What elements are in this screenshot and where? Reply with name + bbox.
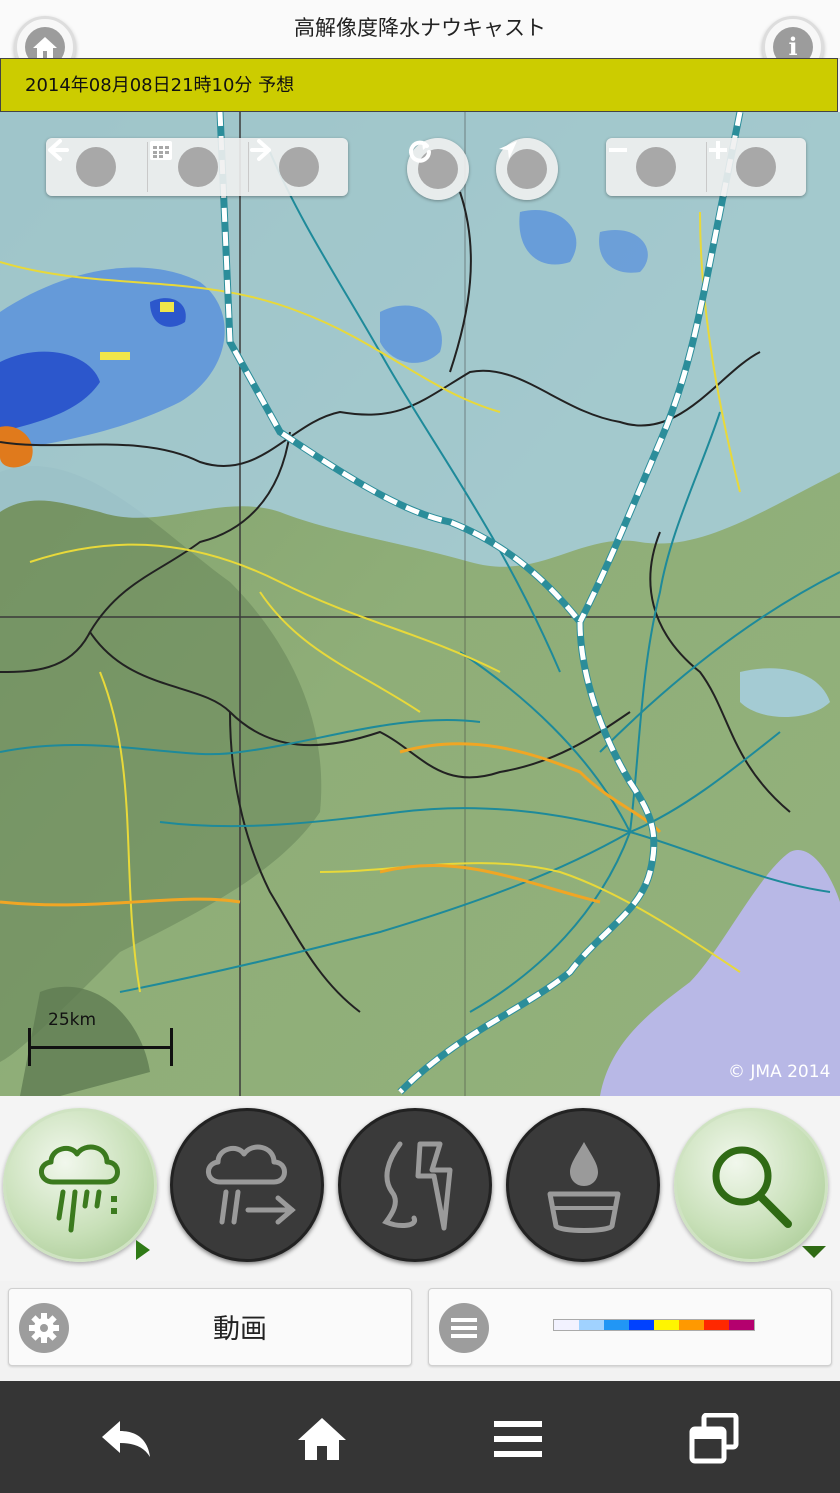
- magnifier-icon: [712, 1146, 792, 1228]
- calendar-button[interactable]: [148, 138, 248, 196]
- page-title: 高解像度降水ナウキャスト: [294, 16, 546, 40]
- scale-label: 25km: [48, 1010, 97, 1030]
- tornado-lightning-icon: [382, 1141, 453, 1231]
- animation-label[interactable]: 動画: [69, 1307, 411, 1346]
- rain-map[interactable]: 25km © JMA 2014: [0, 112, 840, 1096]
- zoom-out-button[interactable]: [606, 138, 706, 196]
- next-time-button[interactable]: [249, 138, 349, 196]
- search-mode-button[interactable]: [674, 1108, 828, 1262]
- search-mode-options-indicator: [802, 1246, 826, 1258]
- rainfall-amount-mode-button[interactable]: [506, 1108, 660, 1262]
- menu-icon: [494, 1421, 542, 1457]
- arrow-right-icon: [250, 139, 319, 187]
- legend-swatch: [704, 1320, 729, 1330]
- rain-mode-options-indicator: [136, 1240, 150, 1260]
- home-icon: [298, 1418, 346, 1460]
- rain-cloud-icon: [39, 1144, 120, 1233]
- zoom-group: [606, 138, 806, 196]
- scale-bar: [28, 1028, 173, 1066]
- cloud-arrow-icon: [206, 1144, 296, 1225]
- locate-button[interactable]: [496, 138, 558, 200]
- tornado-mode-button[interactable]: [338, 1108, 492, 1262]
- mode-selector: [0, 1096, 840, 1281]
- menu-nav-button[interactable]: [488, 1409, 548, 1469]
- back-icon: [102, 1421, 150, 1457]
- forecast-mode-button[interactable]: [170, 1108, 324, 1262]
- legend-swatch: [729, 1320, 754, 1330]
- reload-icon: [409, 140, 458, 189]
- legend-panel[interactable]: [428, 1288, 832, 1366]
- time-navigation-group: [46, 138, 348, 196]
- rain-cell-yellow: [100, 352, 130, 360]
- legend-swatch: [579, 1320, 604, 1330]
- title-bar: 高解像度降水ナウキャスト: [0, 0, 840, 59]
- map-canvas: [0, 112, 840, 1096]
- forecast-time-text: 2014年08月08日21時10分 予想: [25, 75, 295, 96]
- locate-icon: [499, 141, 547, 189]
- calendar-icon: [150, 141, 218, 187]
- gear-icon[interactable]: [19, 1303, 69, 1353]
- reload-button[interactable]: [407, 138, 469, 200]
- animation-panel[interactable]: 動画: [8, 1288, 412, 1366]
- arrow-left-icon: [48, 139, 116, 187]
- rain-cell-yellow: [160, 302, 174, 312]
- legend-swatch: [629, 1320, 654, 1330]
- home-nav-button[interactable]: [292, 1409, 352, 1469]
- forecast-time-bar: 2014年08月08日21時10分 予想: [0, 58, 838, 112]
- legend-swatch: [604, 1320, 629, 1330]
- back-button[interactable]: [96, 1409, 156, 1469]
- rain-mode-button[interactable]: [3, 1108, 157, 1262]
- legend-swatch: [554, 1320, 579, 1330]
- water-drop-bowl-icon: [547, 1142, 621, 1233]
- copyright-text: © JMA 2014: [728, 1062, 831, 1082]
- menu-icon[interactable]: [439, 1303, 489, 1353]
- minus-icon: [609, 147, 676, 187]
- legend-swatch: [679, 1320, 704, 1330]
- legend-swatch: [654, 1320, 679, 1330]
- plus-icon: [709, 141, 776, 187]
- system-navigation-bar: [0, 1381, 840, 1493]
- recent-apps-icon: [689, 1413, 739, 1464]
- recent-apps-button[interactable]: [684, 1409, 744, 1469]
- zoom-in-button[interactable]: [706, 138, 806, 196]
- precipitation-legend: [553, 1319, 755, 1331]
- prev-time-button[interactable]: [46, 138, 146, 196]
